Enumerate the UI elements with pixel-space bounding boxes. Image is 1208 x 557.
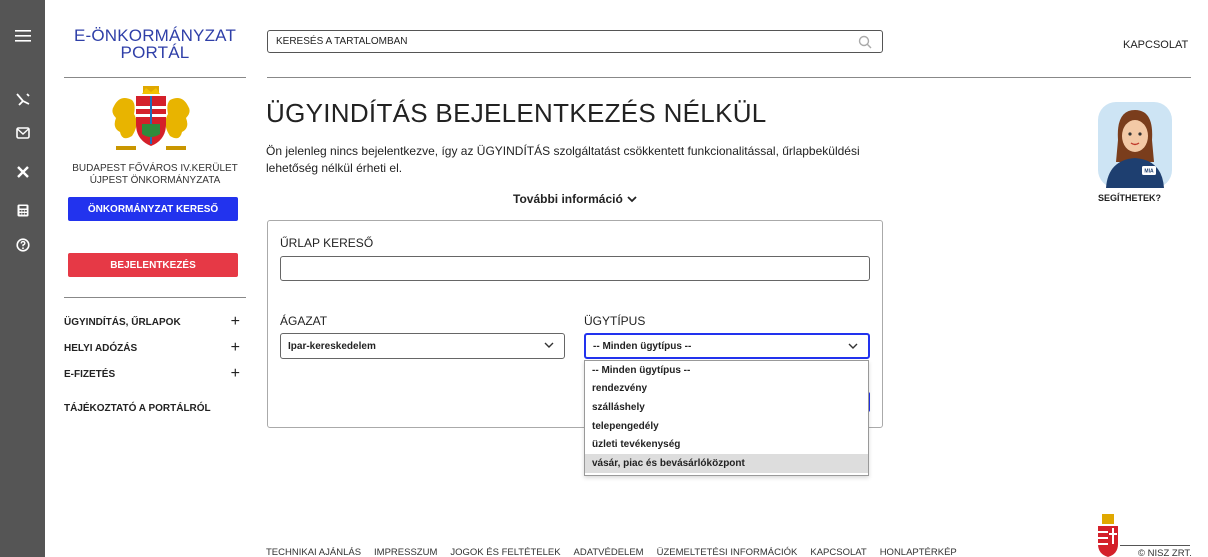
chevron-down-icon xyxy=(627,195,637,202)
nav-item-tajekoztato[interactable]: TÁJÉKOZTATÓ A PORTÁLRÓL xyxy=(64,401,240,415)
sector-select[interactable]: Ipar-kereskedelem xyxy=(280,333,565,359)
footer-link[interactable]: JOGOK ÉS FELTÉTELEK xyxy=(450,547,560,557)
assistant-badge-text: MIA xyxy=(1144,169,1154,175)
divider xyxy=(64,297,246,298)
footer-link[interactable]: ÜZEMELTETÉSI INFORMÁCIÓK xyxy=(657,547,798,557)
assistant-avatar[interactable]: MIA xyxy=(1096,100,1174,190)
assistant-label[interactable]: SEGÍTHETEK? xyxy=(1098,193,1161,203)
chevron-down-icon xyxy=(848,343,858,349)
footer-link[interactable]: ADATVÉDELEM xyxy=(574,547,644,557)
divider xyxy=(267,77,1191,78)
municipality-line1: BUDAPEST FŐVÁROS IV.KERÜLET xyxy=(72,163,238,174)
contact-link[interactable]: KAPCSOLAT xyxy=(1123,39,1188,51)
mail-icon[interactable] xyxy=(0,127,45,139)
more-info-toggle[interactable]: További információ xyxy=(513,192,637,206)
expand-icon[interactable]: + xyxy=(231,314,240,330)
nav-item-label: HELYI ADÓZÁS xyxy=(64,342,138,354)
sector-label: ÁGAZAT xyxy=(280,314,328,328)
form-search-input[interactable] xyxy=(280,256,870,281)
footer-link[interactable]: KAPCSOLAT xyxy=(810,547,866,557)
login-notice-line2: lehetőség nélkül érheti el. xyxy=(266,161,403,175)
left-icon-rail xyxy=(0,0,45,557)
divider xyxy=(1120,545,1190,546)
expand-icon[interactable]: + xyxy=(231,340,240,356)
nav-item-label: E-FIZETÉS xyxy=(64,368,116,380)
dropdown-option[interactable]: szálláshely xyxy=(585,398,868,417)
tools-icon[interactable] xyxy=(0,165,45,179)
divider xyxy=(64,77,246,78)
footer-links: TECHNIKAI AJÁNLÁS IMPRESSZUM JOGOK ÉS FE… xyxy=(266,547,970,557)
login-notice: Ön jelenleg nincs bejelentkezve, így az … xyxy=(266,143,906,177)
case-type-label: ÜGYTÍPUS xyxy=(584,314,646,328)
menu-icon[interactable] xyxy=(0,29,45,43)
calculator-icon[interactable] xyxy=(0,204,45,217)
form-search-label: ŰRLAP KERESŐ xyxy=(280,236,374,250)
copyright: © NISZ ZRT. xyxy=(1138,548,1192,557)
content-search-input[interactable]: KERESÉS A TARTALOMBAN xyxy=(267,30,883,53)
search-placeholder: KERESÉS A TARTALOMBAN xyxy=(276,36,408,47)
scale-icon[interactable] xyxy=(0,92,45,106)
dropdown-option-highlighted[interactable]: vásár, piac és bevásárlóközpont xyxy=(585,453,868,473)
login-notice-line1: Ön jelenleg nincs bejelentkezve, így az … xyxy=(266,144,860,158)
login-button[interactable]: BEJELENTKEZÉS xyxy=(68,253,238,277)
portal-logo-title[interactable]: E-ÖNKORMÁNYZAT PORTÁL xyxy=(64,27,246,61)
dropdown-option[interactable]: telepengedély xyxy=(585,417,868,436)
coat-of-arms-icon xyxy=(112,86,190,150)
sidebar: E-ÖNKORMÁNYZAT PORTÁL BUDAPEST FŐVÁROS I… xyxy=(64,0,246,557)
nav-item-helyi-adozas[interactable]: HELYI ADÓZÁS + xyxy=(64,340,240,356)
case-type-select-value: -- Minden ügytípus -- xyxy=(593,340,692,352)
nav-item-label: TÁJÉKOZTATÓ A PORTÁLRÓL xyxy=(64,402,211,414)
case-type-select[interactable]: -- Minden ügytípus -- xyxy=(584,333,870,359)
dropdown-option[interactable]: -- Minden ügytípus -- xyxy=(585,361,868,380)
municipality-name: BUDAPEST FŐVÁROS IV.KERÜLET ÚJPEST ÖNKOR… xyxy=(64,163,246,187)
sector-select-value: Ipar-kereskedelem xyxy=(288,340,376,352)
dropdown-option[interactable]: üzleti tevékenység xyxy=(585,435,868,454)
search-icon[interactable] xyxy=(858,35,872,49)
portal-title-line1: E-ÖNKORMÁNYZAT xyxy=(73,26,237,45)
dropdown-option[interactable]: rendezvény xyxy=(585,380,868,399)
expand-icon[interactable]: + xyxy=(231,366,240,382)
nav-item-ugyinditas[interactable]: ÜGYINDÍTÁS, ŰRLAPOK + xyxy=(64,314,240,330)
nav-item-e-fizetes[interactable]: E-FIZETÉS + xyxy=(64,366,240,382)
municipality-line2: ÚJPEST ÖNKORMÁNYZATA xyxy=(89,175,221,186)
portal-title-line2: PORTÁL xyxy=(120,43,190,62)
nav-item-label: ÜGYINDÍTÁS, ŰRLAPOK xyxy=(64,316,181,328)
more-info-label: További információ xyxy=(513,192,623,206)
municipality-search-button[interactable]: ÖNKORMÁNYZAT KERESŐ xyxy=(68,197,238,221)
hungary-coat-of-arms-icon xyxy=(1098,514,1118,557)
page-title: ÜGYINDÍTÁS BEJELENTKEZÉS NÉLKÜL xyxy=(266,98,767,128)
chevron-down-icon xyxy=(544,342,554,348)
help-icon[interactable] xyxy=(0,238,45,252)
footer-link[interactable]: TECHNIKAI AJÁNLÁS xyxy=(266,547,361,557)
footer-link[interactable]: IMPRESSZUM xyxy=(374,547,437,557)
footer-link[interactable]: HONLAPTÉRKÉP xyxy=(880,547,957,557)
case-type-dropdown: -- Minden ügytípus -- rendezvény szállás… xyxy=(584,360,869,476)
